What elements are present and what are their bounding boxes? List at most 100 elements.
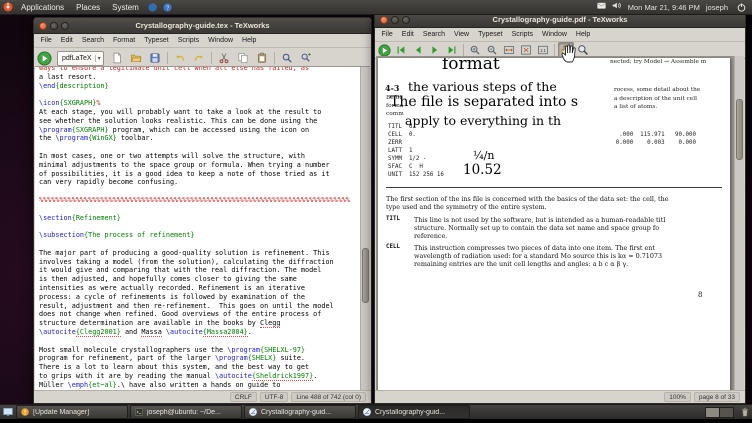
trash-icon[interactable] [738,406,751,419]
taskbar-item[interactable]: Crystallography-guid... [244,405,356,419]
menu-help[interactable]: Help [238,37,261,44]
workspace-2[interactable] [720,407,733,417]
typeset-button[interactable] [37,50,52,66]
menu-window[interactable]: Window [204,37,238,44]
desktop: Applications Places System ? Mon Mar 21,… [0,0,752,423]
encoding-indicator[interactable]: UTF-8 [259,392,289,402]
menu-typeset[interactable]: Typeset [140,37,174,44]
volume-icon[interactable] [610,0,623,12]
scrollbar-thumb[interactable] [736,99,743,160]
save-document-icon[interactable] [146,49,164,67]
pdf-window: Crystallography-guide.pdf - TeXworks Fil… [374,11,746,404]
taskbar-item-label: joseph@ubuntu: ~/De... [147,408,221,416]
menu-search[interactable]: Search [418,31,449,38]
editor-line: ways to ensure a legitimate unit cell wh… [39,66,310,72]
editor-window: Crystallography-guide.tex - TeXworks Fil… [33,17,372,404]
ubuntu-logo-icon[interactable] [1,1,14,14]
power-icon[interactable] [735,1,748,14]
scrollbar-thumb[interactable] [362,247,369,303]
paste-icon[interactable] [253,49,271,67]
pdf-code-line: SYMM 1/2 - [388,156,427,162]
menu-view[interactable]: View [450,31,474,38]
editor-text-area[interactable]: ways to ensure a legitimate unit cell wh… [35,66,370,390]
zoom-level[interactable]: 100% [664,392,691,402]
pdf-menubar: File Edit Search View Typeset Scripts Window He… [375,28,745,42]
menu-search[interactable]: Search [77,37,108,44]
editor-menubar: File Edit Search Format Typeset Scripts Window… [34,34,371,48]
toolbar-separator [273,52,275,64]
menu-scripts[interactable]: Scripts [507,31,537,38]
toolbar-separator [554,44,555,56]
pdf-text-fragment: a list of atoms. [614,104,658,110]
find-icon[interactable] [278,49,296,67]
menu-help[interactable]: Help [571,31,594,38]
user-menu[interactable]: joseph [704,3,730,12]
taskbar-item[interactable]: Crystallography-guid... [358,405,470,419]
pdf-viewer[interactable]: nected; try Model → Assemble m 4-3 forma… [376,56,744,390]
redo-icon[interactable] [190,49,208,67]
firefox-icon[interactable] [146,1,159,14]
clock[interactable]: Mon Mar 21, 9:46 PM [628,3,700,12]
menu-scripts[interactable]: Scripts [173,37,203,44]
top-panel: Applications Places System ? Mon Mar 21,… [0,0,752,15]
editor-scrollbar[interactable] [360,67,370,390]
pdf-code-line: CELL 0. .000 115.971 90.000 [388,132,696,138]
pdf-entry-label: CELL [386,244,400,250]
workspace-switcher[interactable] [705,406,734,418]
menu-format[interactable]: Format [109,37,140,44]
taskbar-item[interactable]: [Update Manager] [16,405,128,419]
pdf-section-number: 4-3 [385,83,400,93]
maximize-icon[interactable] [402,15,410,24]
typeset-format-value: pdfLaTeX [62,54,92,62]
system-menu[interactable]: System [106,3,145,12]
line-ending-indicator[interactable]: CRLF [229,392,257,402]
editor-line: There is a lot to learn about this syste… [39,363,310,372]
typeset-button[interactable] [378,43,391,57]
editor-line: Most small molecule crystallographers us… [39,345,306,354]
editor-titlebar[interactable]: Crystallography-guide.tex - TeXworks [34,18,371,34]
copy-icon[interactable] [234,49,252,67]
editor-line: Müller \emph{et~al}.\ have also written … [39,380,281,390]
menu-typeset[interactable]: Typeset [474,31,508,38]
editor-line: does not change when refined. Good overv… [39,310,322,319]
editor-line: can very rapidly become confusing. [39,178,179,187]
help-icon[interactable]: ? [161,1,174,14]
menu-file[interactable]: File [36,37,56,44]
menu-file[interactable]: File [377,31,397,38]
editor-text[interactable]: ways to ensure a legitimate unit cell wh… [39,66,360,390]
page-indicator: page 8 of 33 [693,392,740,402]
pdf-scrollbar[interactable] [734,56,744,390]
cut-icon[interactable] [215,49,233,67]
replace-icon[interactable] [297,49,315,67]
undo-icon[interactable] [171,49,189,67]
pdf-entry-line: This line is not used by the software, b… [414,216,666,224]
menu-edit[interactable]: Edit [397,31,418,38]
menu-window[interactable]: Window [538,31,572,38]
pdf-text-fragment: forma [386,103,404,109]
pdf-entry-label: TITL [386,216,400,222]
minimize-icon[interactable] [50,21,58,30]
maximize-icon[interactable] [61,21,69,30]
minimize-icon[interactable] [391,15,399,24]
open-document-icon[interactable] [127,49,145,67]
workspace-1[interactable] [706,407,720,417]
close-icon[interactable] [39,21,47,30]
editor-line: minimal adjustments to the space group o… [39,160,330,169]
system-tray [594,0,624,16]
applications-menu[interactable]: Applications [15,3,70,12]
taskbar-item[interactable]: joseph@ubuntu: ~/De... [130,405,242,419]
editor-line: it would give and comparing that with th… [39,266,322,275]
taskbar-item-label: [Update Manager] [33,408,90,416]
places-menu[interactable]: Places [70,3,106,12]
pdf-text-fragment: Befor [386,95,403,101]
editor-line: At each stage, you will probably want to… [39,107,322,116]
editor-line: %%%%%%%%%%%%%%%%%%%%%%%%%%%%%%%%%%%%%%%%… [39,195,350,204]
mail-icon[interactable] [595,0,608,12]
show-desktop-icon[interactable] [1,406,14,419]
typeset-format-select[interactable]: pdfLaTeX ▾ [57,50,104,66]
menu-edit[interactable]: Edit [56,37,77,44]
close-icon[interactable] [380,15,388,24]
new-document-icon[interactable] [108,49,126,67]
